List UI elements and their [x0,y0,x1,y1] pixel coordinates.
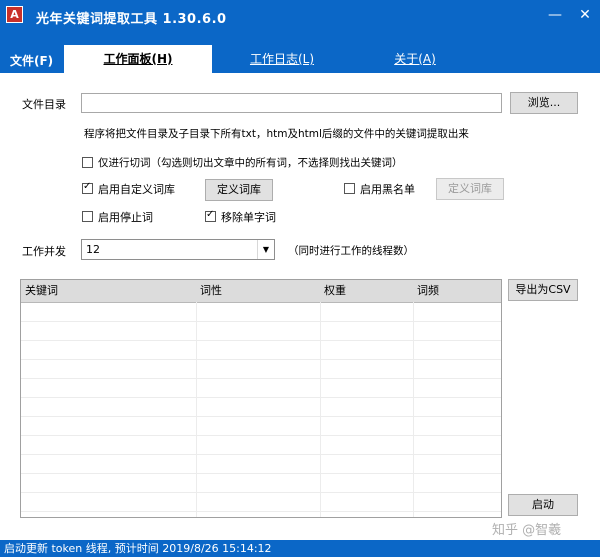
tab-about-label: 关于(A) [394,52,436,66]
cut-only-label: 仅进行切词（勾选则切出文章中的所有词，不选择则找出关键词） [98,157,403,169]
table-row [21,474,501,493]
remove-single-checkbox[interactable] [205,209,216,222]
col-pos[interactable]: 词性 [196,280,320,302]
table-row [21,341,501,360]
define-blacklist-button[interactable]: 定义词库 [436,178,504,200]
remove-single-label: 移除单字词 [221,211,276,224]
window-title: 光年关键词提取工具 1.30.6.0 [36,12,227,27]
concurrency-select[interactable]: 12 ▼ [81,239,275,260]
table-row [21,360,501,379]
tab-work-panel-label: 工作面板(H) [103,52,173,66]
stopwords-label: 启用停止词 [98,211,153,224]
cut-only-checkbox[interactable] [82,157,93,168]
tab-work-log-label: 工作日志(L) [249,52,315,66]
tab-work-panel[interactable]: 工作面板(H) [64,45,212,73]
concurrency-label: 工作并发 [22,245,66,258]
table-row [21,398,501,417]
start-button[interactable]: 启动 [508,494,578,516]
app-icon: A [6,6,23,23]
dir-input[interactable] [81,93,502,113]
table-row [21,455,501,474]
concurrency-value: 12 [86,243,100,256]
menu-file[interactable]: 文件(F) [10,52,53,69]
results-table[interactable]: 关键词 词性 权重 词频 [20,279,502,518]
menu-bar: 文件(F) 工作面板(H) 工作日志(L) 关于(A) [0,32,600,73]
custom-dict-label: 启用自定义词库 [98,183,175,196]
watermark: 知乎 @智羲 [492,523,562,538]
status-text: 启动更新 token 线程, 预计时间 2019/8/26 15:14:12 [4,542,272,555]
table-row [21,303,501,322]
blacklist-label: 启用黑名单 [360,183,415,196]
title-bar: A 光年关键词提取工具 1.30.6.0 — ✕ [0,0,600,32]
concurrency-hint: （同时进行工作的线程数） [288,245,414,257]
table-row [21,322,501,341]
status-bar: 启动更新 token 线程, 预计时间 2019/8/26 15:14:12 [0,540,600,557]
define-dict-button[interactable]: 定义词库 [205,179,273,201]
custom-dict-checkbox[interactable] [82,181,93,194]
table-header: 关键词 词性 权重 词频 [21,280,501,303]
hint-text: 程序将把文件目录及子目录下所有txt，htm及html后缀的文件中的关键词提取出… [84,128,469,140]
close-button[interactable]: ✕ [574,4,596,26]
stopwords-checkbox[interactable] [82,211,93,222]
table-row [21,417,501,436]
blacklist-checkbox[interactable] [344,183,355,194]
tab-work-log[interactable]: 工作日志(L) [214,45,350,73]
dir-label: 文件目录 [22,98,66,111]
col-weight[interactable]: 权重 [320,280,413,302]
table-row [21,493,501,512]
col-keyword[interactable]: 关键词 [21,280,196,302]
export-csv-button[interactable]: 导出为CSV [508,279,578,301]
col-freq[interactable]: 词频 [413,280,501,302]
browse-button[interactable]: 浏览... [510,92,578,114]
table-row [21,436,501,455]
table-row [21,379,501,398]
tab-about[interactable]: 关于(A) [350,45,480,73]
minimize-button[interactable]: — [544,4,566,26]
chevron-down-icon[interactable]: ▼ [257,240,274,259]
